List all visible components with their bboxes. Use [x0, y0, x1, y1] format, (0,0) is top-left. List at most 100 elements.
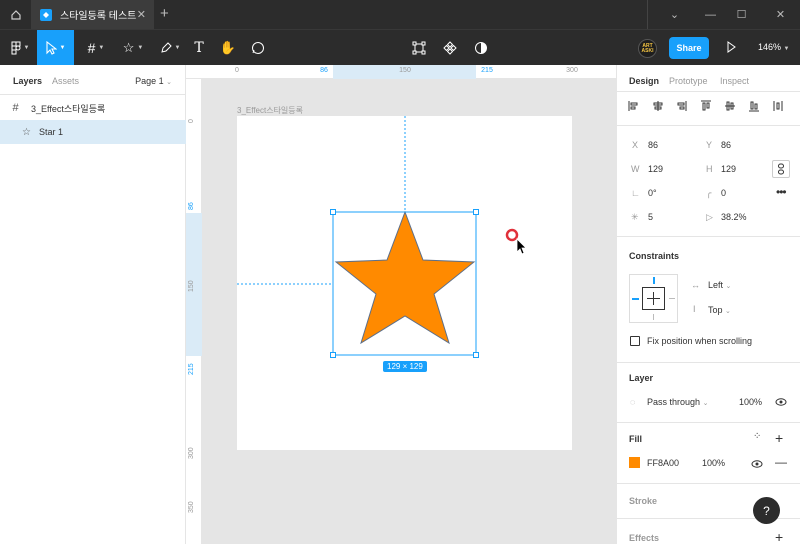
divider	[647, 0, 648, 29]
comment-tool-button[interactable]	[247, 30, 269, 66]
constraint-bottom[interactable]	[653, 314, 654, 320]
horizontal-constraint-dropdown[interactable]: Left ⌄	[708, 280, 731, 290]
ruler-label: 300	[188, 447, 195, 459]
present-play-icon[interactable]	[726, 41, 736, 53]
shape-tool-button[interactable]: ☆ ▼	[116, 30, 150, 66]
star-shape[interactable]	[334, 210, 476, 345]
title-bar: 스타일등록 테스트 ✕ + ⌄ — ☐ ✕	[0, 0, 800, 29]
alignment-toolbar	[628, 100, 783, 112]
help-button[interactable]: ?	[753, 497, 780, 524]
zoom-dropdown[interactable]: 146% ▼	[758, 42, 790, 52]
eye-icon[interactable]	[775, 397, 787, 407]
avatar[interactable]: ART ASKI	[638, 39, 657, 58]
component-button[interactable]	[440, 30, 460, 66]
click-indicator-icon	[505, 228, 519, 242]
resize-handle[interactable]	[473, 209, 479, 215]
x-label: X	[632, 140, 639, 150]
figma-logo-icon	[11, 41, 21, 55]
main-menu-button[interactable]: ▼	[4, 30, 36, 66]
frame-select-icon	[412, 41, 426, 55]
constraint-left[interactable]	[632, 298, 639, 300]
mask-button[interactable]	[471, 30, 491, 66]
points-input[interactable]: 5	[648, 212, 653, 222]
corner-radius-icon: ╭	[706, 188, 712, 198]
eye-icon[interactable]	[751, 459, 763, 469]
text-tool-button[interactable]: T	[188, 30, 210, 66]
star-icon: ☆	[22, 126, 31, 138]
more-options-icon[interactable]: •••	[776, 185, 787, 199]
add-effect-icon[interactable]: +	[775, 529, 783, 544]
constrain-proportions-button[interactable]	[772, 160, 790, 178]
share-button[interactable]: Share	[669, 37, 709, 59]
align-center-h-icon	[653, 101, 663, 111]
tab-prototype[interactable]: Prototype	[669, 76, 708, 86]
file-tab[interactable]: 스타일등록 테스트 ✕	[31, 0, 154, 29]
fill-color-swatch[interactable]	[629, 457, 640, 468]
vertical-constraint-dropdown[interactable]: Top ⌄	[708, 305, 731, 315]
frame-tool-button[interactable]: # ▼	[79, 30, 113, 66]
remove-fill-icon[interactable]: —	[775, 455, 787, 469]
styles-grid-icon[interactable]: ⁘	[753, 431, 761, 442]
ratio-input[interactable]: 38.2%	[721, 212, 747, 222]
page-selector[interactable]: Page 1 ⌄	[135, 76, 172, 86]
fill-opacity-input[interactable]: 100%	[702, 458, 725, 468]
divider	[617, 125, 800, 126]
w-input[interactable]: 129	[648, 164, 663, 174]
resize-handle[interactable]	[473, 352, 479, 358]
align-bottom-icon	[749, 101, 759, 112]
constraint-top[interactable]	[653, 277, 655, 284]
layer-name: Star 1	[39, 127, 64, 137]
y-input[interactable]: 86	[721, 140, 731, 150]
y-label: Y	[706, 140, 713, 150]
points-icon: ✳	[631, 212, 639, 222]
fill-hex-input[interactable]: FF8A00	[647, 458, 679, 468]
divider	[617, 483, 800, 484]
selection-overlay	[237, 116, 527, 358]
chevron-down-icon[interactable]: ⌄	[658, 0, 691, 29]
tab-design[interactable]: Design	[629, 76, 659, 86]
ratio-icon: ▷	[706, 212, 713, 222]
page-name: Page 1	[135, 76, 164, 86]
layer-opacity-input[interactable]: 100%	[739, 397, 762, 407]
tab-inspect[interactable]: Inspect	[720, 76, 749, 86]
layer-name: 3_Effect스타일등록	[31, 103, 106, 114]
close-window-button[interactable]: ✕	[764, 0, 797, 29]
rotation-input[interactable]: 0°	[648, 188, 657, 198]
tab-assets[interactable]: Assets	[52, 76, 79, 86]
new-tab-button[interactable]: +	[160, 5, 169, 22]
file-icon	[40, 8, 52, 21]
corner-radius-input[interactable]: 0	[721, 188, 726, 198]
resize-handle[interactable]	[330, 352, 336, 358]
component-icon	[443, 41, 457, 55]
maximize-button[interactable]: ☐	[725, 0, 758, 29]
divider	[617, 422, 800, 423]
constraint-right[interactable]	[669, 298, 675, 299]
add-fill-icon[interactable]: +	[775, 430, 783, 446]
fix-position-checkbox[interactable]	[630, 336, 640, 346]
blend-mode-dropdown[interactable]: Pass through ⌄	[647, 397, 708, 407]
close-tab-icon[interactable]: ✕	[137, 8, 146, 21]
home-icon[interactable]	[0, 0, 31, 29]
layer-frame[interactable]: # 3_Effect스타일등록	[0, 96, 186, 120]
pen-icon	[160, 42, 172, 53]
ruler-label: 86	[188, 202, 195, 210]
hand-icon: ✋	[219, 40, 237, 55]
move-tool-button[interactable]: ▼	[37, 30, 74, 66]
pen-tool-button[interactable]: ▼	[153, 30, 187, 66]
h-input[interactable]: 129	[721, 164, 736, 174]
dimension-badge: 129 × 129	[383, 361, 427, 372]
resize-handle[interactable]	[330, 209, 336, 215]
component-frame-button[interactable]	[409, 30, 429, 66]
canvas[interactable]: 3_Effect스타일등록 129 × 129	[202, 80, 616, 544]
layer-star[interactable]: ☆ Star 1	[0, 120, 186, 144]
constraints-widget[interactable]	[629, 274, 678, 323]
blend-mode-value: Pass through	[647, 397, 701, 407]
hand-tool-button[interactable]: ✋	[217, 30, 239, 66]
fix-position-label: Fix position when scrolling	[647, 336, 753, 346]
vertical-constraint-value: Top	[708, 305, 723, 315]
tab-layers[interactable]: Layers	[13, 76, 42, 86]
divider	[617, 362, 800, 363]
x-input[interactable]: 86	[648, 140, 658, 150]
w-label: W	[631, 164, 640, 174]
minimize-button[interactable]: —	[694, 0, 727, 29]
